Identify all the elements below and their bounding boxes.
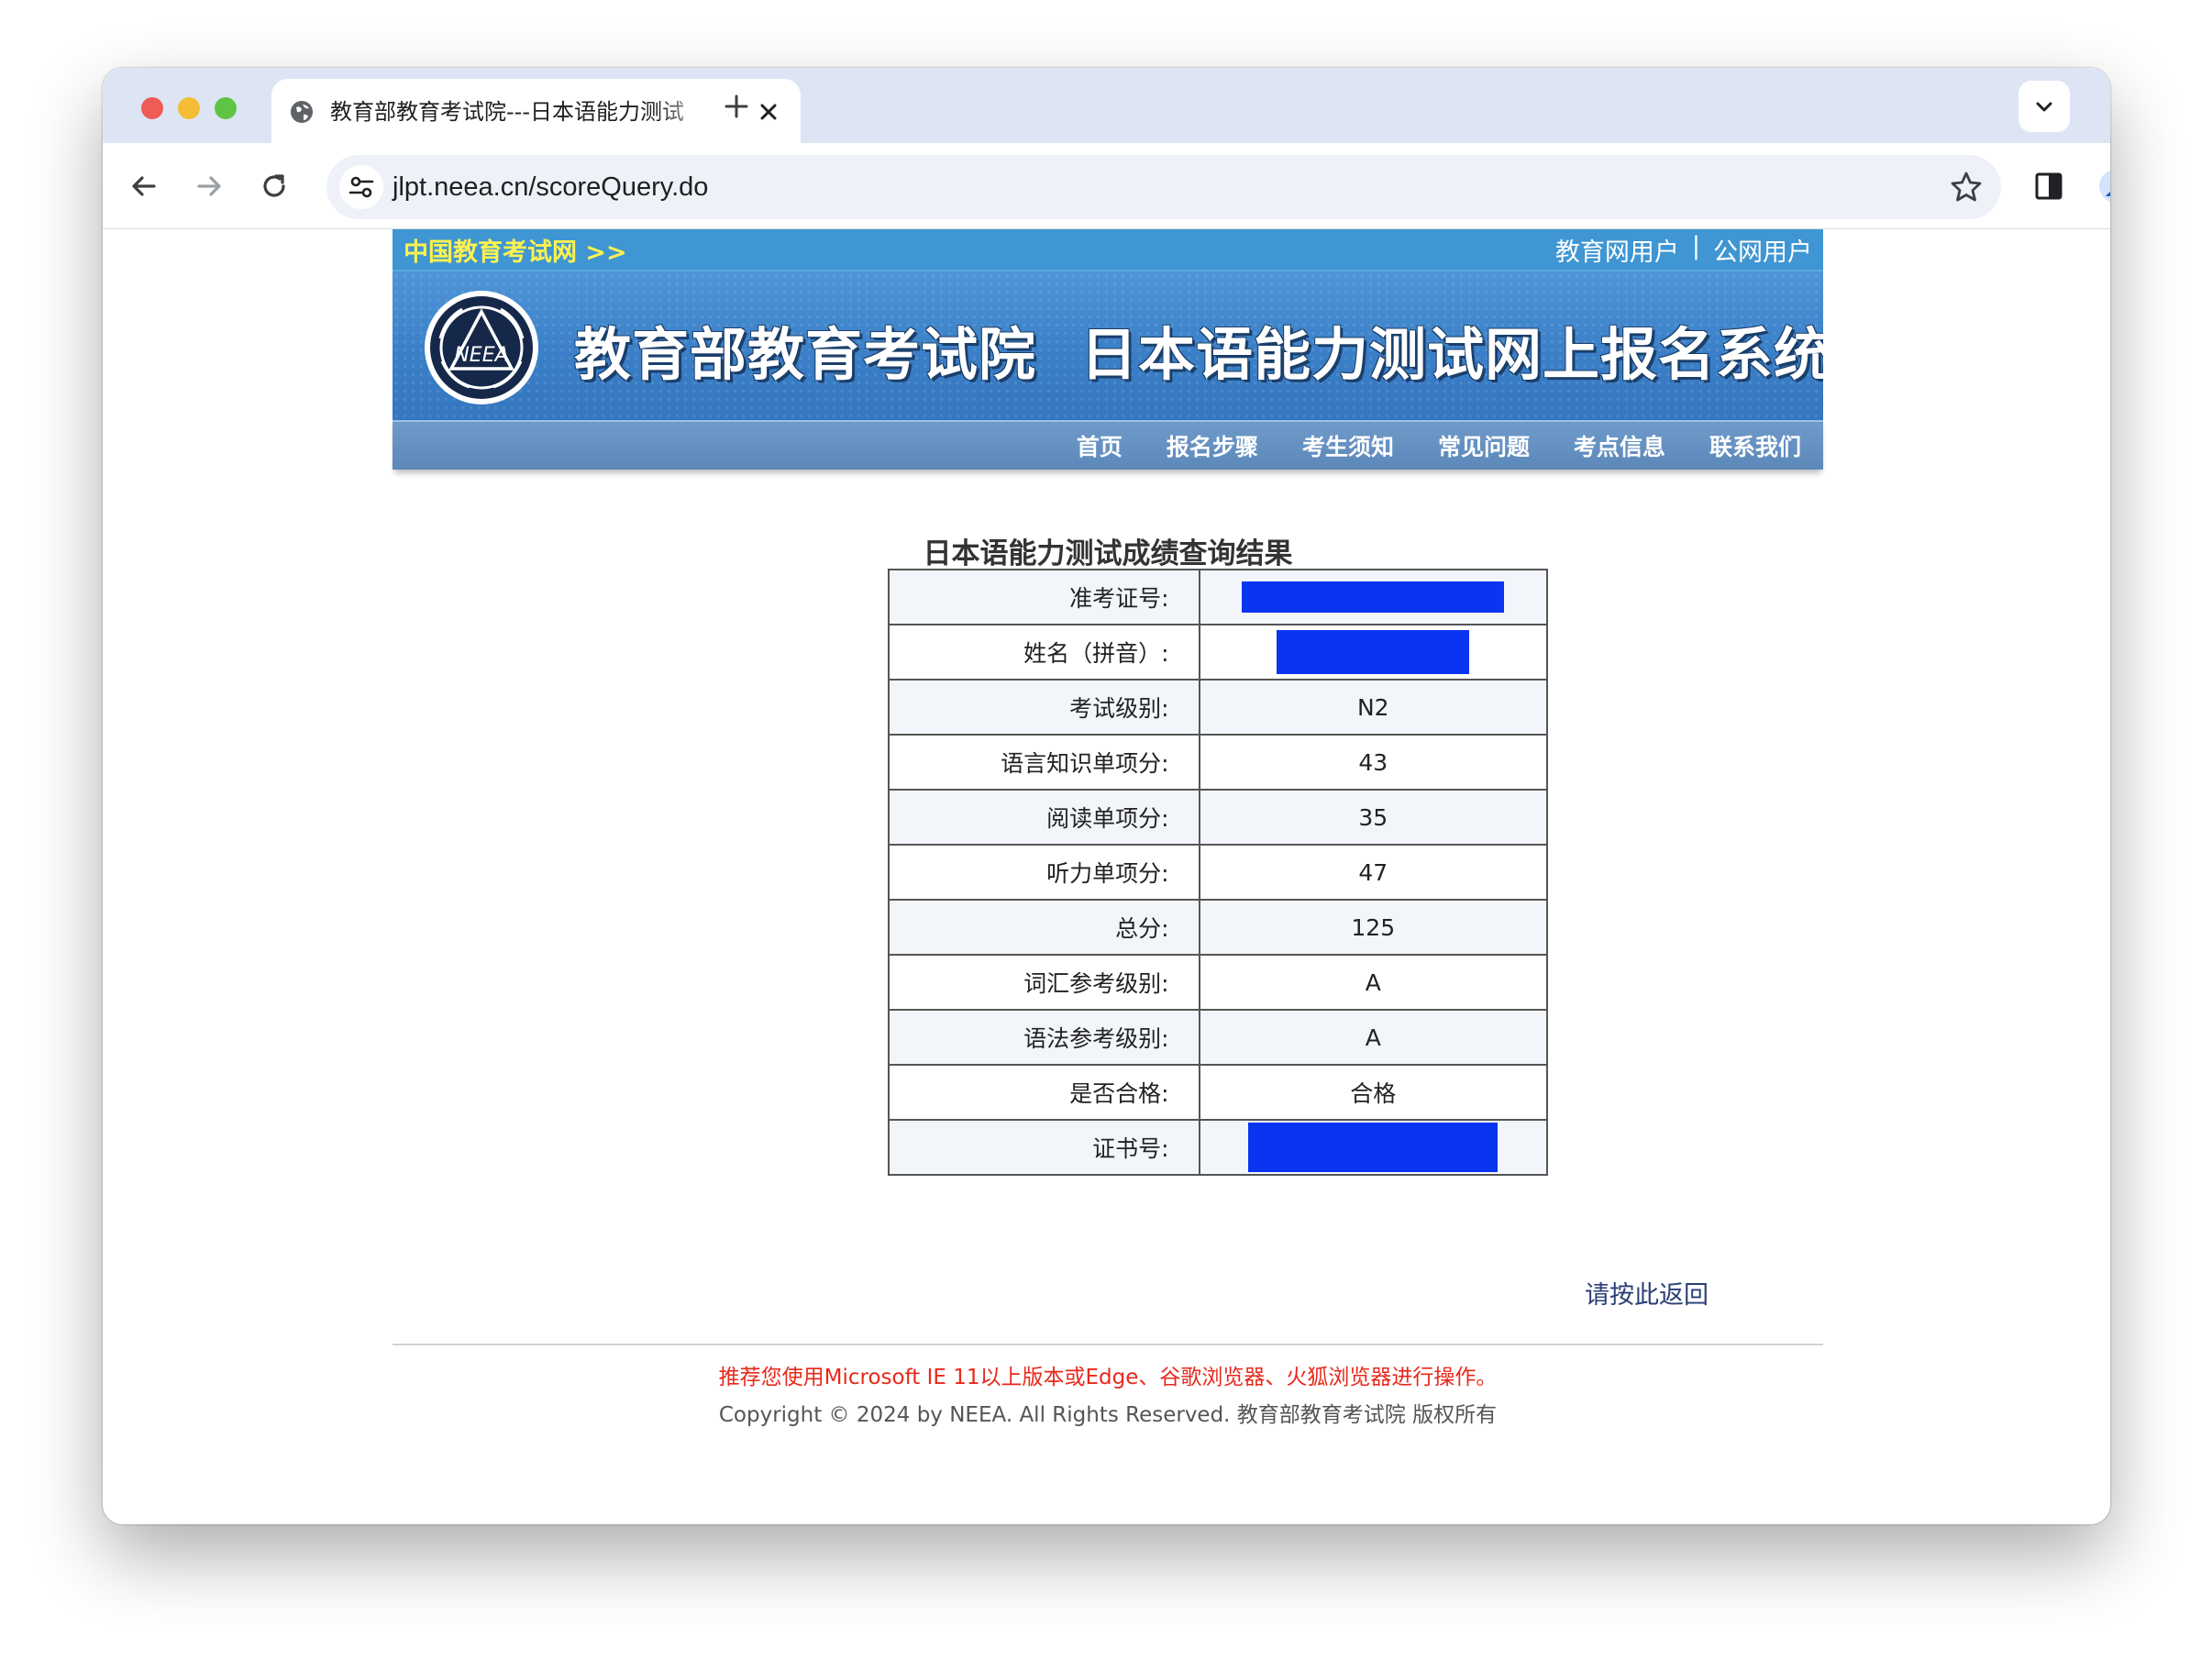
site-top-bar: 中国教育考试网 >> 教育网用户 | 公网用户 [393,229,1823,271]
reading-score-label: 阅读单项分: [888,789,1200,846]
table-row: 是否合格: 合格 [888,1064,1549,1121]
listening-score-label: 听力单项分: [888,844,1200,901]
footer-divider [393,1344,1823,1345]
table-row: 听力单项分: 47 [888,844,1549,901]
banner-title-org: 教育部教育考试院 [574,321,1037,388]
pass-status-label: 是否合格: [888,1064,1200,1121]
edu-net-user-link[interactable]: 教育网用户 [1555,232,1679,268]
redaction-box [1242,581,1505,613]
site-info-button[interactable] [339,165,383,209]
score-result-table: 准考证号: 姓名（拼音）: 考试级别: N2 语言知识单项分: 43 阅读单项分… [888,569,1549,1176]
main-nav: 首页 报名步骤 考生须知 常见问题 考点信息 联系我们 [393,420,1823,470]
table-row: 考试级别: N2 [888,679,1549,736]
nav-faq[interactable]: 常见问题 [1438,429,1530,462]
tab-title: 教育部教育考试院---日本语能力测试 [330,99,684,125]
table-row: 准考证号: [888,569,1549,625]
copyright-text: Copyright © 2024 by NEEA. All Rights Res… [718,1403,1498,1427]
total-score-value: 125 [1198,899,1549,956]
browser-window: 教育部教育考试院---日本语能力测试 jlpt.neea.cn/scoreQue… [103,68,2110,1524]
neea-home-link[interactable]: 中国教育考试网 >> [404,232,627,268]
table-row: 证书号: [888,1119,1549,1176]
name-pinyin-value [1198,624,1549,681]
admission-number-label: 准考证号: [888,569,1200,625]
certificate-number-value [1198,1119,1549,1176]
nav-test-centers[interactable]: 考点信息 [1574,429,1665,462]
back-arrow-icon[interactable] [127,169,161,204]
certificate-number-label: 证书号: [888,1119,1200,1176]
banner-title-system: 日本语能力测试网上报名系统 [1080,321,1823,388]
browser-recommendation-note: 推荐您使用Microsoft IE 11以上版本或Edge、谷歌浏览器、火狐浏览… [718,1366,1498,1389]
site-container: 中国教育考试网 >> 教育网用户 | 公网用户 NEEA 教育部教育考试院 日本… [393,229,1823,1427]
return-link[interactable]: 请按此返回 [1585,1275,1709,1311]
redaction-box [1248,1123,1499,1172]
svg-text:NEEA: NEEA [454,344,508,367]
banner-title: 教育部教育考试院 日本语能力测试网上报名系统 [574,308,1823,391]
language-knowledge-score-label: 语言知识单项分: [888,734,1200,791]
listening-score-value: 47 [1198,844,1549,901]
user-links: 教育网用户 | 公网用户 [1555,232,1812,268]
nav-registration-steps[interactable]: 报名步骤 [1167,429,1258,462]
forward-arrow-icon[interactable] [192,169,227,204]
admission-number-value [1198,569,1549,625]
maximize-window-button[interactable] [215,97,237,119]
tune-icon [348,176,374,198]
close-tab-icon[interactable] [756,99,781,125]
chevron-down-icon [2036,102,2052,112]
public-net-user-link[interactable]: 公网用户 [1713,232,1812,268]
neea-logo-icon: NEEA [425,291,538,404]
redaction-box [1277,630,1470,674]
nav-home[interactable]: 首页 [1077,429,1123,462]
address-bar[interactable]: jlpt.neea.cn/scoreQuery.do [326,155,2001,219]
profile-avatar-icon[interactable] [2097,168,2110,205]
table-row: 语言知识单项分: 43 [888,734,1549,791]
link-separator: | [1691,231,1700,260]
result-title: 日本语能力测试成绩查询结果 [923,537,1293,570]
page-content: 中国教育考试网 >> 教育网用户 | 公网用户 NEEA 教育部教育考试院 日本… [103,229,2110,1524]
grammar-level-value: A [1198,1009,1549,1066]
total-score-label: 总分: [888,899,1200,956]
table-row: 姓名（拼音）: [888,624,1549,681]
exam-level-value: N2 [1198,679,1549,736]
table-row: 阅读单项分: 35 [888,789,1549,846]
reading-score-value: 35 [1198,789,1549,846]
browser-toolbar: jlpt.neea.cn/scoreQuery.do [103,143,2110,229]
site-banner: NEEA 教育部教育考试院 日本语能力测试网上报名系统 [393,271,1823,420]
exam-level-label: 考试级别: [888,679,1200,736]
pass-status-value: 合格 [1198,1064,1549,1121]
table-row: 总分: 125 [888,899,1549,956]
grammar-level-label: 语法参考级别: [888,1009,1200,1066]
vocabulary-level-value: A [1198,954,1549,1011]
close-window-button[interactable] [141,97,163,119]
tab-search-button[interactable] [2018,81,2070,132]
language-knowledge-score-value: 43 [1198,734,1549,791]
nav-contact-us[interactable]: 联系我们 [1709,429,1801,462]
reload-icon[interactable] [257,169,292,204]
new-tab-icon[interactable] [720,90,753,123]
bookmark-star-icon[interactable] [1948,169,1985,205]
side-panel-icon[interactable] [2030,168,2067,205]
url-text[interactable]: jlpt.neea.cn/scoreQuery.do [393,171,708,204]
table-row: 语法参考级别: A [888,1009,1549,1066]
globe-icon [291,101,313,123]
nav-candidate-notice[interactable]: 考生须知 [1302,429,1394,462]
vocabulary-level-label: 词汇参考级别: [888,954,1200,1011]
tab-bar: 教育部教育考试院---日本语能力测试 [103,68,2110,143]
name-pinyin-label: 姓名（拼音）: [888,624,1200,681]
minimize-window-button[interactable] [178,97,200,119]
table-row: 词汇参考级别: A [888,954,1549,1011]
